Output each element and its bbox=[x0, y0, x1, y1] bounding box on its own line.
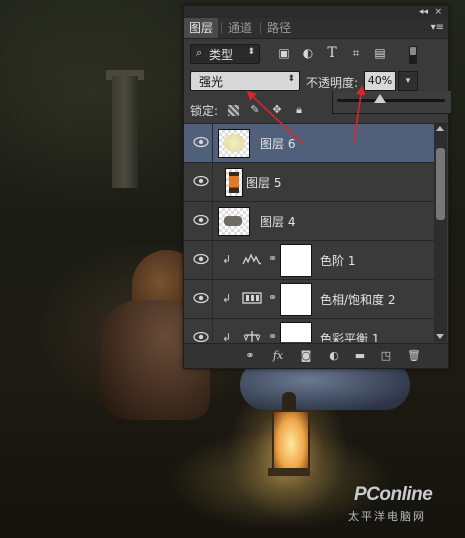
filter-kind-select[interactable]: ⌕ 类型 ⬍ bbox=[190, 44, 260, 64]
link-icon[interactable]: ⚭ bbox=[268, 252, 277, 265]
color-balance-icon bbox=[243, 331, 261, 342]
blend-mode-select[interactable]: 强光 ⬍ bbox=[190, 71, 300, 91]
new-group-icon[interactable]: ▬ bbox=[352, 348, 368, 364]
smart-object-filter-icon[interactable]: ▤ bbox=[372, 45, 388, 61]
clipping-arrow-icon: ↲ bbox=[222, 292, 232, 305]
panel-menu-icon[interactable]: ▾≡ bbox=[431, 18, 444, 38]
layer-row[interactable]: ↲ ⚭ 色阶 1 bbox=[184, 241, 434, 280]
visibility-eye-icon[interactable] bbox=[193, 253, 209, 265]
eye-divider bbox=[212, 280, 213, 318]
layer-row[interactable]: ↲ ⚭ 色相/饱和度 2 bbox=[184, 280, 434, 319]
lock-transparent-icon[interactable] bbox=[228, 105, 239, 116]
close-panel-icon[interactable]: × bbox=[434, 6, 442, 18]
new-fill-adjustment-icon[interactable]: ◐ bbox=[326, 348, 342, 364]
visibility-eye-icon[interactable] bbox=[193, 292, 209, 304]
visibility-eye-icon[interactable] bbox=[193, 214, 209, 226]
opacity-input[interactable]: 40% bbox=[364, 71, 396, 91]
scroll-down-icon[interactable] bbox=[436, 334, 444, 339]
lock-row: 锁定: ✎ ✥ 🔒︎ bbox=[184, 97, 448, 124]
new-layer-icon[interactable]: ◳ bbox=[378, 348, 394, 364]
add-mask-icon[interactable]: ◙ bbox=[298, 348, 314, 364]
eye-divider bbox=[212, 241, 213, 279]
panel-titlebar[interactable]: ◂◂ × bbox=[184, 6, 448, 18]
lantern-glass bbox=[272, 410, 310, 472]
gate-pillar bbox=[112, 76, 138, 188]
tab-paths[interactable]: 路径 bbox=[262, 18, 296, 38]
layer-name[interactable]: 色阶 1 bbox=[320, 252, 355, 269]
visibility-eye-icon[interactable] bbox=[193, 136, 209, 148]
filter-row: ⌕ 类型 ⬍ ▣ ◐ T ⌗ ▤ bbox=[184, 39, 448, 69]
layer-row[interactable]: ↲ ⚭ 色彩平衡 1 bbox=[184, 319, 434, 342]
lantern-base bbox=[268, 468, 310, 476]
search-icon: ⌕ bbox=[196, 46, 203, 59]
eye-divider bbox=[212, 319, 213, 342]
layers-list: 图层 6 图层 5 图层 4 ↲ ⚭ 色阶 1 ↲ ⚭ 色相/饱和度 2 ↲ ⚭… bbox=[184, 124, 434, 342]
lock-position-icon[interactable]: ✥ bbox=[270, 103, 284, 117]
layer-name[interactable]: 色相/饱和度 2 bbox=[320, 291, 396, 308]
chevron-updown-icon: ⬍ bbox=[247, 47, 255, 57]
link-layers-icon[interactable]: ⚭ bbox=[242, 348, 258, 364]
layer-name[interactable]: 图层 5 bbox=[246, 174, 281, 191]
visibility-eye-icon[interactable] bbox=[193, 175, 209, 187]
layers-panel: ◂◂ × 图层 通道 路径 ▾≡ ⌕ 类型 ⬍ ▣ ◐ T ⌗ ▤ 强光 ⬍ 不… bbox=[183, 5, 452, 369]
visibility-eye-icon[interactable] bbox=[193, 331, 209, 342]
link-icon[interactable]: ⚭ bbox=[268, 330, 277, 342]
tab-channels[interactable]: 通道 bbox=[223, 18, 257, 38]
shape-filter-icon[interactable]: ⌗ bbox=[348, 45, 364, 61]
layer-row[interactable]: 图层 4 bbox=[184, 202, 434, 241]
lock-all-icon[interactable]: 🔒︎ bbox=[292, 103, 306, 117]
layer-thumbnail bbox=[225, 168, 243, 197]
type-filter-icon[interactable]: T bbox=[324, 45, 340, 61]
eye-divider bbox=[212, 124, 213, 162]
clipping-arrow-icon: ↲ bbox=[222, 253, 232, 266]
layer-name[interactable]: 色彩平衡 1 bbox=[320, 330, 379, 342]
watermark-logo: PConline bbox=[354, 484, 433, 505]
filter-kind-label: 类型 bbox=[209, 48, 234, 62]
trash-icon[interactable]: 🗑︎ bbox=[406, 348, 422, 364]
tab-layers[interactable]: 图层 bbox=[184, 18, 219, 38]
layer-mask-thumbnail[interactable] bbox=[280, 322, 312, 342]
opacity-slider-toggle[interactable]: ▾ bbox=[398, 71, 418, 91]
scroll-up-icon[interactable] bbox=[436, 126, 444, 131]
lock-pixels-icon[interactable]: ✎ bbox=[248, 103, 262, 117]
layer-mask-thumbnail[interactable] bbox=[280, 283, 312, 316]
lantern-top bbox=[282, 392, 296, 410]
layer-mask-thumbnail[interactable] bbox=[280, 244, 312, 277]
watermark-subtitle: 太平洋电脑网 bbox=[348, 510, 426, 523]
pconline-watermark: PConline 太平洋电脑网 bbox=[326, 478, 462, 534]
panel-tabs: 图层 通道 路径 ▾≡ bbox=[184, 18, 448, 39]
filter-toggle-switch[interactable] bbox=[409, 46, 417, 64]
image-filter-icon[interactable]: ▣ bbox=[276, 45, 292, 61]
collapse-panel-icon[interactable]: ◂◂ bbox=[419, 6, 428, 18]
layer-thumbnail bbox=[218, 129, 250, 158]
lock-label: 锁定: bbox=[190, 104, 219, 118]
tab-divider bbox=[221, 22, 222, 34]
chevron-updown-icon: ⬍ bbox=[287, 74, 295, 84]
layer-thumbnail bbox=[218, 207, 250, 236]
eye-divider bbox=[212, 202, 213, 240]
layers-scrollbar[interactable] bbox=[434, 124, 447, 342]
levels-icon bbox=[242, 253, 262, 265]
adjustment-filter-icon[interactable]: ◐ bbox=[300, 45, 316, 61]
clipping-arrow-icon: ↲ bbox=[222, 331, 232, 342]
layer-name[interactable]: 图层 4 bbox=[260, 213, 295, 230]
scrollbar-thumb[interactable] bbox=[436, 148, 445, 220]
layer-row[interactable]: 图层 5 bbox=[184, 163, 434, 202]
tab-divider bbox=[260, 22, 261, 34]
fx-icon[interactable]: fx bbox=[270, 348, 286, 364]
hue-saturation-icon bbox=[242, 292, 262, 304]
opacity-label: 不透明度: bbox=[306, 76, 359, 90]
blend-mode-value: 强光 bbox=[199, 75, 224, 89]
layer-row[interactable]: 图层 6 bbox=[184, 124, 434, 163]
link-icon[interactable]: ⚭ bbox=[268, 291, 277, 304]
layer-name[interactable]: 图层 6 bbox=[260, 135, 295, 152]
layers-bottom-toolbar: ⚭ fx ◙ ◐ ▬ ◳ 🗑︎ bbox=[184, 343, 448, 368]
eye-divider bbox=[212, 163, 213, 201]
